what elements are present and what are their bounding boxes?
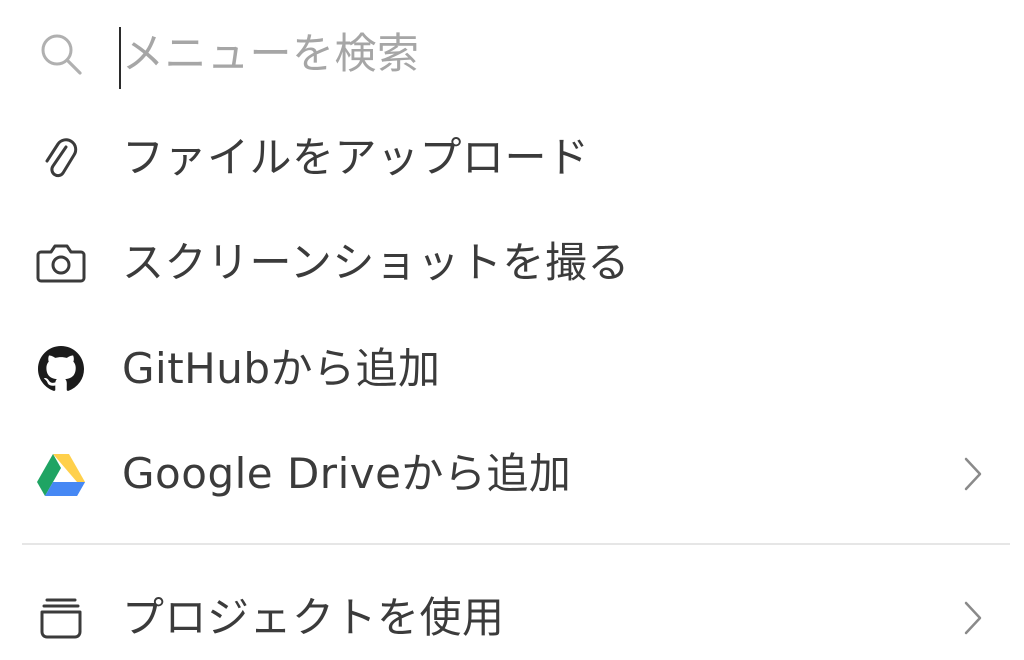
camera-icon <box>34 236 88 290</box>
github-icon <box>34 342 88 396</box>
google-drive-icon <box>34 447 88 501</box>
menu-item-label: Google Driveから追加 <box>122 449 572 498</box>
text-caret <box>119 27 121 89</box>
chevron-right-icon <box>958 454 988 494</box>
paperclip-icon <box>34 131 88 185</box>
add-content-menu: メニューを検索 ファイルをアップロード スクリーンショットを撮る GitHubか… <box>0 0 1024 660</box>
menu-item-use-project[interactable]: プロジェクトを使用 <box>0 568 1024 660</box>
menu-search[interactable]: メニューを検索 <box>0 4 1024 104</box>
menu-item-upload-file[interactable]: ファイルをアップロード <box>0 108 1024 208</box>
menu-divider <box>22 543 1010 545</box>
menu-item-github[interactable]: GitHubから追加 <box>0 319 1024 419</box>
project-box-icon <box>34 591 88 645</box>
search-input[interactable]: メニューを検索 <box>122 33 420 75</box>
menu-item-screenshot[interactable]: スクリーンショットを撮る <box>0 213 1024 313</box>
chevron-right-icon <box>958 598 988 638</box>
menu-item-label: ファイルをアップロード <box>122 133 590 182</box>
menu-item-label: GitHubから追加 <box>122 344 441 393</box>
menu-item-label: スクリーンショットを撮る <box>122 238 630 287</box>
menu-item-google-drive[interactable]: Google Driveから追加 <box>0 424 1024 524</box>
search-icon <box>34 27 88 81</box>
menu-item-label: プロジェクトを使用 <box>122 593 505 642</box>
